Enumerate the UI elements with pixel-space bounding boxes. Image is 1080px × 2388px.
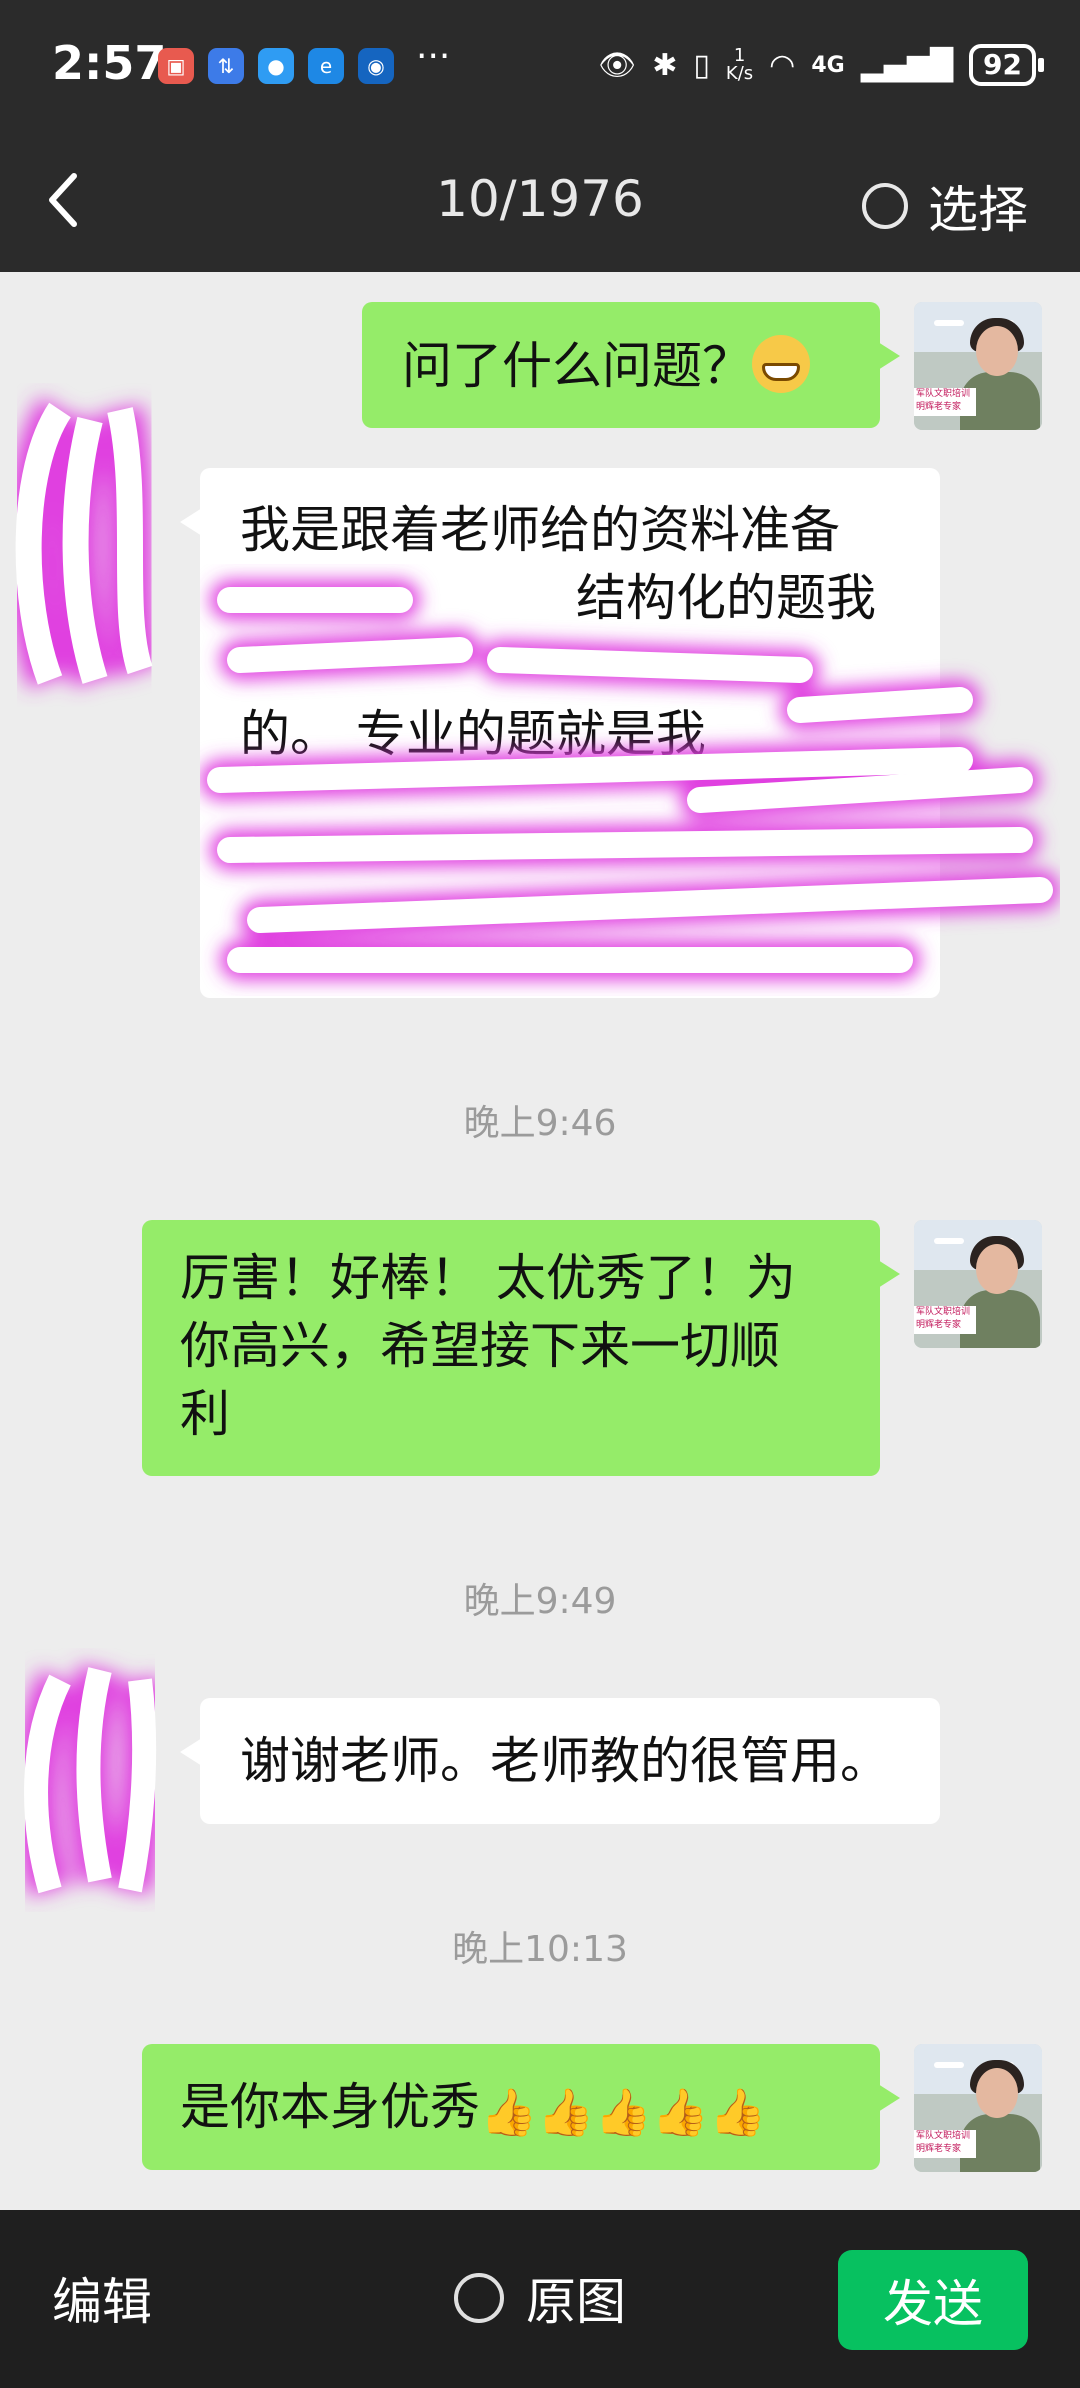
signal-icon: ▂▄▆█ <box>860 47 954 83</box>
redaction-scribble <box>200 580 1060 980</box>
network-type: 4G <box>811 52 845 78</box>
redaction-scribble <box>5 397 163 689</box>
bluetooth-icon: ✱ <box>652 47 678 83</box>
app-notification-icon: ▣ <box>158 48 194 84</box>
status-bar: 2:57 ▣ ⇅ ● e ◉ ··· 👁 ✱ ▯ 1 K/s ◠ 4G ▂▄▆█ … <box>0 0 1080 130</box>
avatar[interactable]: 军队文职培训 明辉老专家 <box>914 1220 1042 1348</box>
thumbs-up-emoji-icon: 👍👍👍👍👍 <box>480 2085 767 2139</box>
redaction-scribble <box>14 1664 167 1897</box>
message-bubble-sent[interactable]: 问了什么问题？ <box>362 302 900 428</box>
more-notifications-icon: ··· <box>416 36 451 77</box>
browser-notification-icon: e <box>308 48 344 84</box>
edit-button[interactable]: 编辑 <box>52 2262 152 2334</box>
original-radio-icon[interactable] <box>454 2273 504 2323</box>
original-image-toggle[interactable]: 原图 <box>454 2262 626 2334</box>
select-radio-icon[interactable] <box>862 183 908 229</box>
avatar[interactable]: 军队文职培训 明辉老专家 <box>914 302 1042 430</box>
message-timestamp: 晚上9:49 <box>463 1581 617 1622</box>
message-bubble-sent[interactable]: 是你本身优秀👍👍👍👍👍 <box>142 2044 900 2170</box>
notification-icons: ▣ ⇅ ● e ◉ <box>158 48 394 84</box>
grin-emoji-icon <box>752 335 810 393</box>
vibrate-icon: ▯ <box>693 47 710 83</box>
header: 10/1976 选择 <box>0 130 1080 272</box>
bottom-toolbar: 编辑 原图 发送 <box>0 2210 1080 2388</box>
avatar[interactable]: 军队文职培训 明辉老专家 <box>914 2044 1042 2172</box>
original-label: 原图 <box>526 2273 626 2331</box>
message-bubble-received[interactable]: 谢谢老师。老师教的很管用。 <box>180 1698 940 1824</box>
send-button[interactable]: 发送 <box>838 2250 1028 2350</box>
network-speed: 1 K/s <box>725 45 754 84</box>
status-right: 👁 ✱ ▯ 1 K/s ◠ 4G ▂▄▆█ 92 <box>598 44 1044 86</box>
wifi-icon: ◠ <box>769 47 796 83</box>
select-toggle[interactable]: 选择 <box>862 170 1028 242</box>
battery-indicator: 92 <box>969 44 1044 86</box>
message-bubble-sent[interactable]: 厉害！好棒！ 太优秀了！为 你高兴，希望接下来一切顺 利 <box>142 1220 900 1476</box>
select-label: 选择 <box>928 181 1028 239</box>
chat-notification-icon: ● <box>258 48 294 84</box>
status-time: 2:57 <box>52 36 167 90</box>
eye-comfort-icon: 👁 <box>598 47 637 83</box>
message-timestamp: 晚上9:46 <box>463 1103 617 1144</box>
bulb-notification-icon: ◉ <box>358 48 394 84</box>
message-timestamp: 晚上10:13 <box>452 1929 628 1970</box>
app-notification-icon: ⇅ <box>208 48 244 84</box>
